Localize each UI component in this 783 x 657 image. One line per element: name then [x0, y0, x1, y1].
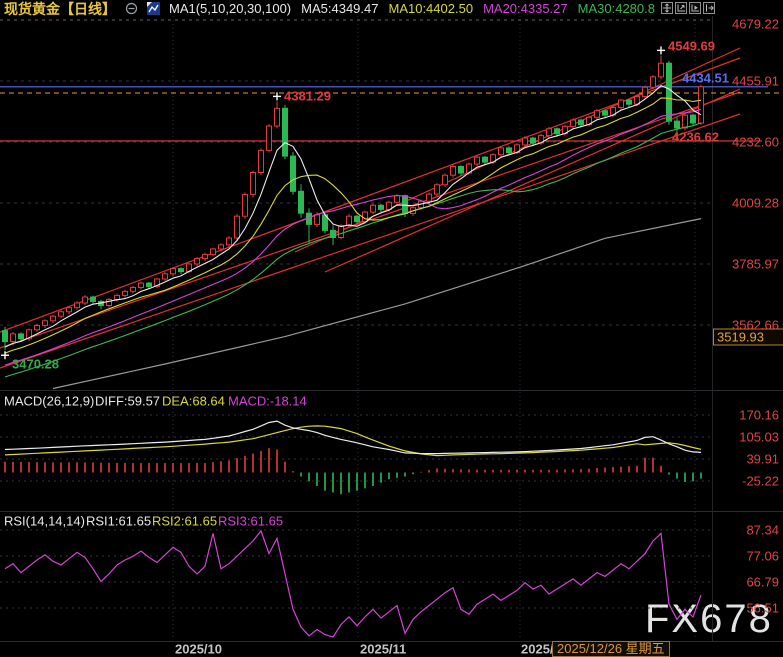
- xaxis-label: 2025/11: [360, 642, 406, 657]
- price-annotation: 3470.28: [12, 357, 59, 372]
- macd-legend-label: MACD:-18.14: [228, 394, 307, 409]
- price-annotation: 4434.51: [667, 71, 729, 86]
- symbol-title: 现货黄金【日线】: [4, 0, 116, 19]
- macd-axis-label: 39.91: [712, 452, 779, 467]
- rsi-axis-label: 56.51: [712, 601, 779, 616]
- ma-legend: MA1(5,10,20,30,100) MA5:4349.47 MA10:4402.…: [169, 1, 655, 16]
- rsi-legend-label: RSI(14,14,14): [4, 514, 85, 529]
- toolbar-ma-label: MA10:4402.50: [388, 1, 473, 16]
- toolbar-ma-label: MA1(5,10,20,30,100): [169, 1, 291, 16]
- toolbar-ma-label: MA5:4349.47: [301, 1, 378, 16]
- xaxis-label: 2025/10: [175, 642, 222, 657]
- toolbar-ma-label: MA20:4335.27: [483, 1, 568, 16]
- rsi-legend-label: RSI3:61.65: [218, 514, 283, 529]
- price-annotation: 4549.69: [668, 39, 715, 54]
- macd-legend-label: DEA:68.64: [162, 394, 225, 409]
- fit-chart-left-icon[interactable]: [675, 2, 687, 14]
- collapse-indicator-icon[interactable]: [125, 2, 138, 15]
- price-axis-label: 3562.66: [712, 318, 779, 333]
- mini-chart-icon: [147, 2, 160, 15]
- toolbar-buttons: [661, 2, 715, 14]
- price-axis-label: 3785.97: [712, 257, 779, 272]
- xaxis-label: 2025/: [521, 642, 554, 657]
- current-date-badge: 2025/12/26 星期五: [552, 641, 670, 657]
- price-axis-label: 4679.22: [712, 17, 779, 32]
- fit-chart-play-icon[interactable]: [689, 2, 701, 14]
- chart-window: FX678 现货黄金【日线】 MA1(5,10,20,30,100)MA5:43…: [0, 0, 783, 657]
- macd-axis-label: -25.22: [712, 474, 779, 489]
- toolbar-ma-label: MA30:4280.8: [578, 1, 655, 16]
- rsi-legend-label: RSI2:61.65: [152, 514, 217, 529]
- rsi-axis-label: 66.79: [712, 575, 779, 590]
- price-annotation: 4236.62: [672, 130, 719, 145]
- macd-legend-label: DIFF:59.57: [95, 394, 160, 409]
- macd-legend-label: MACD(26,12,9): [4, 394, 94, 409]
- price-axis-label: 4232.60: [712, 135, 779, 150]
- rsi-legend-label: RSI1:61.65: [86, 514, 151, 529]
- macd-axis-label: 105.03: [712, 430, 779, 445]
- macd-axis-label: 170.16: [712, 408, 779, 423]
- chart-canvas[interactable]: [0, 0, 783, 657]
- rsi-axis-label: 87.34: [712, 523, 779, 538]
- rsi-axis-label: 77.06: [712, 549, 779, 564]
- price-annotation: 4381.29: [284, 89, 331, 104]
- price-axis-label: 4009.28: [712, 196, 779, 211]
- collapse-right-icon[interactable]: [703, 2, 715, 14]
- pan-tool-icon[interactable]: [661, 2, 673, 14]
